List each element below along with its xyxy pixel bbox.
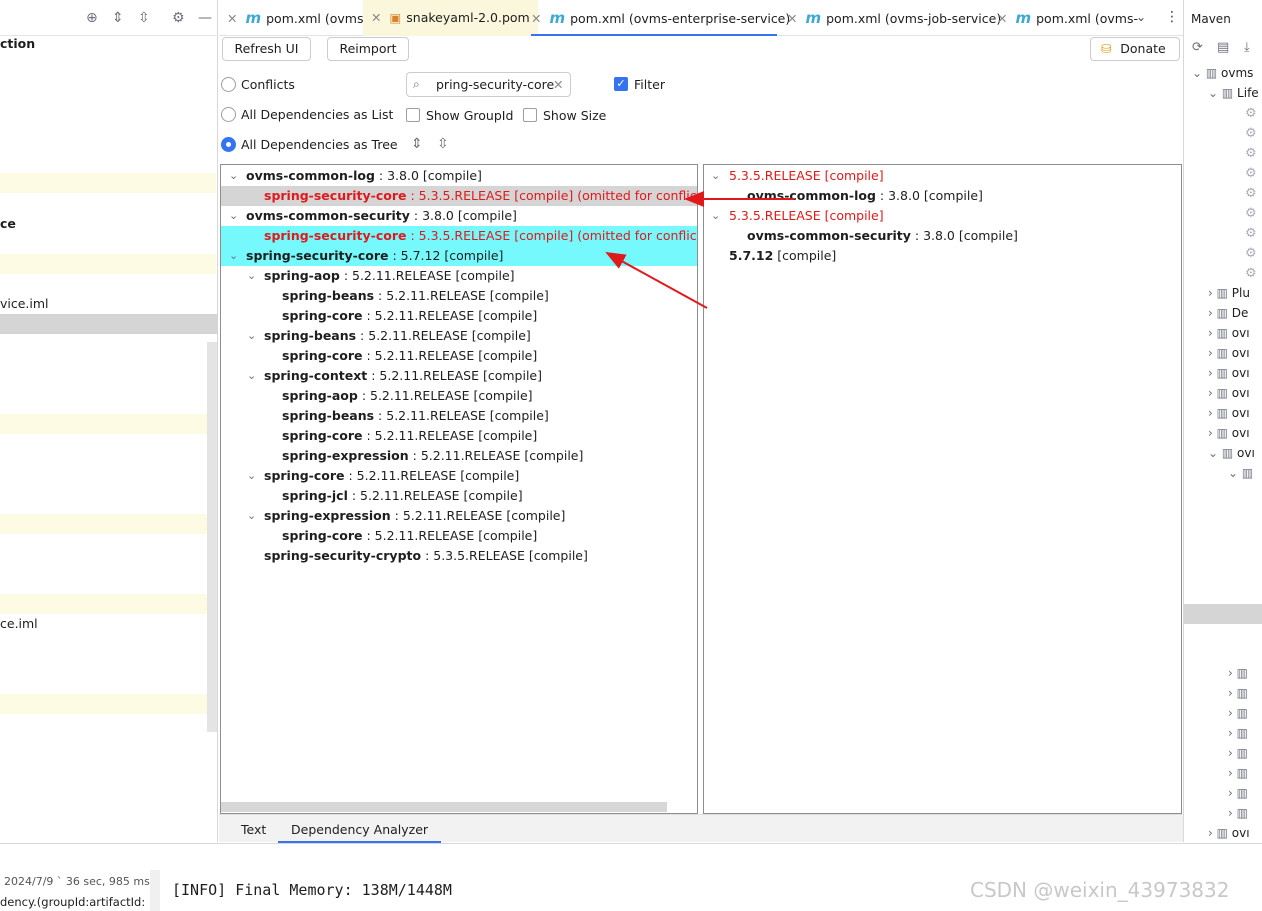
maven-root[interactable]: ⌄ ▥ ovms [1192, 66, 1253, 80]
gear-icon[interactable]: ⚙ [1245, 126, 1257, 141]
gear-icon[interactable]: ⚙ [1245, 166, 1257, 181]
maven-node[interactable]: › ▥ [1228, 706, 1248, 720]
maven-lifecycle[interactable]: ⌄ ▥ Life [1208, 86, 1259, 100]
gear-icon[interactable]: ⚙ [1245, 186, 1257, 201]
maven-node[interactable]: › ▥ [1228, 786, 1248, 800]
gear-icon[interactable]: ⚙ [1245, 266, 1257, 281]
maven-module[interactable]: › ▥ ovı [1208, 326, 1250, 340]
maven-module[interactable]: ⌄ ▥ ovı [1208, 446, 1255, 460]
refresh-icon[interactable]: ⟳ [1192, 40, 1203, 55]
gear-icon[interactable]: ⚙ [1245, 106, 1257, 121]
maven-node[interactable]: › ▥ [1228, 746, 1248, 760]
maven-panel: Maven ⟳ ▤ ⤓ ⌄ ▥ ovms ⌄ ▥ Life ⚙ ⚙ ⚙ ⚙ ⚙ … [1183, 0, 1262, 842]
maven-module[interactable]: › ▥ ovı [1208, 386, 1250, 400]
gear-icon[interactable]: ⚙ [1245, 246, 1257, 261]
annotation-arrow [605, 252, 708, 309]
editor-bottom-tabs: Text Dependency Analyzer [219, 814, 1183, 843]
maven-node[interactable]: › ▥ [1228, 666, 1248, 680]
console-scrollbar[interactable] [150, 870, 160, 911]
maven-node[interactable]: › ▥ [1228, 766, 1248, 780]
run-dependency-path: dency.(groupId:artifactId: [0, 895, 146, 909]
run-console: 2024/7/9 ` 36 sec, 985 ms dency.(groupId… [0, 843, 1262, 911]
maven-module[interactable]: › ▥ ovı [1208, 826, 1250, 840]
watermark: CSDN @weixin_43973832 [970, 878, 1230, 902]
annotation-arrows [605, 191, 794, 309]
run-time: 2024/7/9 ` 36 sec, 985 ms [4, 875, 150, 888]
maven-splitter[interactable] [1184, 604, 1262, 624]
maven-module[interactable]: › ▥ ovı [1208, 346, 1250, 360]
maven-title: Maven [1191, 12, 1231, 26]
maven-module[interactable]: › ▥ ovı [1208, 366, 1250, 380]
maven-module[interactable]: › ▥ ovı [1208, 426, 1250, 440]
maven-node[interactable]: › ▥ [1228, 686, 1248, 700]
download-icon[interactable]: ⤓ [1244, 40, 1250, 55]
maven-lifecycle-node[interactable]: ⌄ ▥ [1228, 466, 1253, 480]
maven-node[interactable]: › ▥ [1228, 806, 1248, 820]
tab-dependency-analyzer[interactable]: Dependency Analyzer [278, 815, 442, 843]
gear-icon[interactable]: ⚙ [1245, 226, 1257, 241]
gear-icon[interactable]: ⚙ [1245, 146, 1257, 161]
maven-dependencies[interactable]: › ▥ De [1208, 306, 1248, 320]
maven-node[interactable]: › ▥ [1228, 726, 1248, 740]
maven-module[interactable]: › ▥ ovı [1208, 406, 1250, 420]
add-folder-icon[interactable]: ▤ [1217, 40, 1229, 55]
tab-text[interactable]: Text [241, 822, 266, 837]
maven-plugins[interactable]: › ▥ Plu [1208, 286, 1250, 300]
console-output: [INFO] Final Memory: 138M/1448M [172, 881, 452, 899]
gear-icon[interactable]: ⚙ [1245, 206, 1257, 221]
